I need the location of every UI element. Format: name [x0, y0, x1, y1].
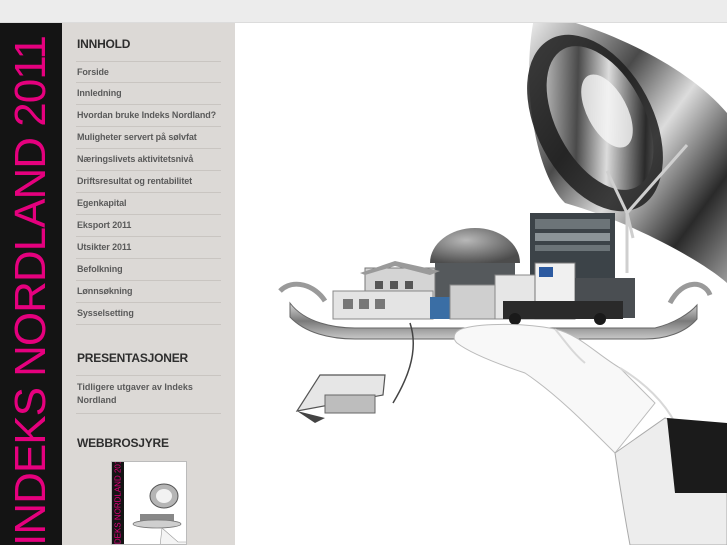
brochure-thumbnail[interactable]: INDEKS NORDLAND 2011: [111, 461, 187, 545]
menu-item-utsikter[interactable]: Utsikter 2011: [76, 237, 221, 259]
brochure-illustration: [132, 483, 186, 544]
browser-top-bar: [0, 0, 727, 23]
menu-item-forside[interactable]: Forside: [76, 61, 221, 83]
contents-menu: Forside Innledning Hvordan bruke Indeks …: [76, 61, 221, 325]
brochure-heading: WEBBROSJYRE: [77, 436, 169, 450]
menu-item-egenkapital[interactable]: Egenkapital: [76, 193, 221, 215]
hero-illustration: [235, 23, 727, 545]
waiter-sleeve: [614, 417, 727, 545]
menu-item-lonnsokning[interactable]: Lønnsøkning: [76, 281, 221, 303]
menu-item-sysselsetting[interactable]: Sysselsetting: [76, 303, 221, 325]
brand-title: INDEKS NORDLAND 2011: [6, 36, 55, 545]
presentations-heading: PRESENTASJONER: [77, 351, 189, 365]
industrial-buildings: [332, 213, 635, 325]
small-device: [295, 374, 386, 423]
silver-platter-illustration: [278, 23, 727, 545]
sidebar: INNHOLD Forside Innledning Hvordan bruke…: [62, 23, 235, 545]
menu-item-befolkning[interactable]: Befolkning: [76, 259, 221, 281]
menu-item-driftsresultat[interactable]: Driftsresultat og rentabilitet: [76, 171, 221, 193]
previous-editions-link[interactable]: Tidligere utgaver av Indeks Nordland: [76, 375, 221, 414]
menu-item-aktivitetsniva[interactable]: Næringslivets aktivitetsnivå: [76, 149, 221, 171]
contents-heading: INNHOLD: [77, 37, 131, 51]
menu-item-hvordan-bruke[interactable]: Hvordan bruke Indeks Nordland?: [76, 105, 221, 127]
menu-item-innledning[interactable]: Innledning: [76, 83, 221, 105]
brand-strip: INDEKS NORDLAND 2011: [0, 23, 62, 545]
menu-item-eksport[interactable]: Eksport 2011: [76, 215, 221, 237]
menu-item-muligheter[interactable]: Muligheter servert på sølvfat: [76, 127, 221, 149]
